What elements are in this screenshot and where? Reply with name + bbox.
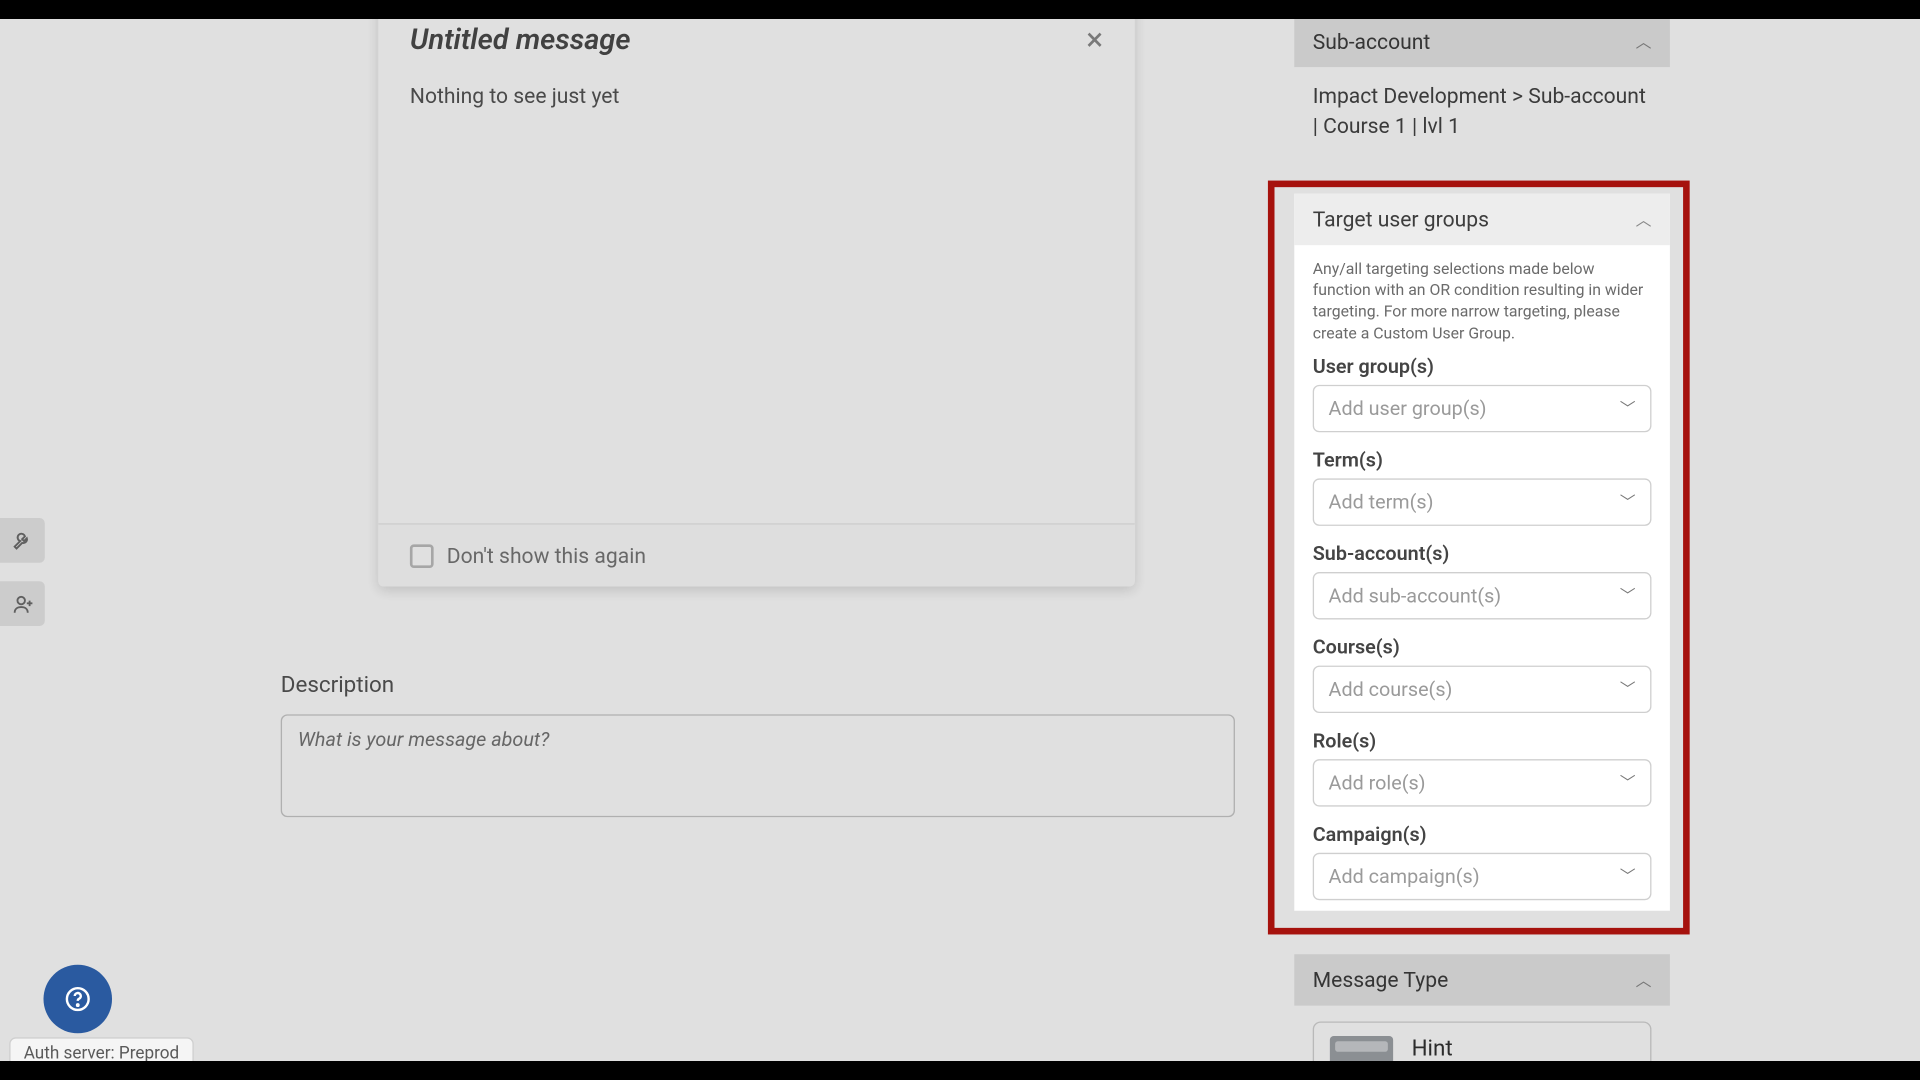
- chevron-up-icon: ︿: [1636, 30, 1652, 52]
- target-panel-header[interactable]: Target user groups ︿: [1294, 194, 1670, 245]
- dropdown-placeholder: Add user group(s): [1329, 396, 1487, 420]
- description-input[interactable]: [281, 714, 1235, 817]
- dropdown-placeholder: Add role(s): [1329, 771, 1426, 795]
- dont-show-label: Don't show this again: [447, 543, 646, 568]
- sub-accounts-label: Sub-account(s): [1313, 541, 1652, 565]
- roles-label: Role(s): [1313, 729, 1652, 753]
- courses-label: Course(s): [1313, 635, 1652, 659]
- preview-footer: Don't show this again: [378, 523, 1135, 586]
- user-groups-dropdown[interactable]: Add user group(s) ﹀: [1313, 385, 1652, 432]
- message-type-title: Message Type: [1313, 967, 1449, 992]
- user-plus-icon[interactable]: [0, 581, 45, 626]
- campaigns-dropdown[interactable]: Add campaign(s) ﹀: [1313, 852, 1652, 899]
- target-user-groups-panel: Target user groups ︿ Any/all targeting s…: [1294, 194, 1670, 911]
- hint-title: Hint: [1412, 1036, 1569, 1062]
- courses-dropdown[interactable]: Add course(s) ﹀: [1313, 665, 1652, 712]
- user-groups-label: User group(s): [1313, 354, 1652, 378]
- terms-label: Term(s): [1313, 448, 1652, 472]
- terms-dropdown[interactable]: Add term(s) ﹀: [1313, 478, 1652, 525]
- wrench-icon[interactable]: [0, 518, 45, 563]
- description-section: Description: [249, 672, 1263, 822]
- target-panel-note: Any/all targeting selections made below …: [1294, 245, 1670, 349]
- main-column: Untitled message × Nothing to see just y…: [249, 0, 1263, 822]
- dropdown-placeholder: Add term(s): [1329, 490, 1434, 514]
- chevron-down-icon: ﹀: [1620, 584, 1636, 606]
- preview-body: Nothing to see just yet: [378, 57, 1135, 524]
- roles-dropdown[interactable]: Add role(s) ﹀: [1313, 759, 1652, 806]
- chevron-up-icon: ︿: [1636, 208, 1652, 230]
- field-campaigns: Campaign(s) Add campaign(s) ﹀: [1294, 817, 1670, 911]
- chevron-down-icon: ﹀: [1620, 397, 1636, 419]
- chevron-down-icon: ﹀: [1620, 771, 1636, 793]
- dropdown-placeholder: Add course(s): [1329, 677, 1453, 701]
- field-user-groups: User group(s) Add user group(s) ﹀: [1294, 349, 1670, 443]
- letterbox-top: [0, 0, 1920, 19]
- letterbox-bottom: [0, 1061, 1920, 1080]
- chevron-up-icon: ︿: [1636, 969, 1652, 991]
- sub-account-breadcrumb: Impact Development > Sub-account | Cours…: [1313, 80, 1652, 141]
- sub-account-panel-body: Impact Development > Sub-account | Cours…: [1294, 67, 1670, 160]
- message-type-header[interactable]: Message Type ︿: [1294, 954, 1670, 1005]
- close-icon[interactable]: ×: [1086, 24, 1103, 56]
- field-courses: Course(s) Add course(s) ﹀: [1294, 630, 1670, 724]
- field-sub-accounts: Sub-account(s) Add sub-account(s) ﹀: [1294, 536, 1670, 630]
- sub-account-title: Sub-account: [1313, 29, 1431, 54]
- sub-account-panel-header[interactable]: Sub-account ︿: [1294, 16, 1670, 67]
- field-terms: Term(s) Add term(s) ﹀: [1294, 443, 1670, 537]
- target-panel-title: Target user groups: [1313, 207, 1489, 232]
- dont-show-checkbox[interactable]: [410, 544, 434, 568]
- help-button[interactable]: [43, 965, 112, 1034]
- sub-accounts-dropdown[interactable]: Add sub-account(s) ﹀: [1313, 572, 1652, 619]
- dropdown-placeholder: Add sub-account(s): [1329, 584, 1502, 608]
- settings-sidebar: the item is not published Sub-account ︿ …: [1294, 0, 1670, 160]
- message-preview-card: Untitled message × Nothing to see just y…: [378, 0, 1135, 587]
- left-tool-rail: [0, 518, 45, 626]
- chevron-down-icon: ﹀: [1620, 491, 1636, 513]
- campaigns-label: Campaign(s): [1313, 822, 1652, 846]
- field-roles: Role(s) Add role(s) ﹀: [1294, 723, 1670, 817]
- preview-title: Untitled message: [410, 24, 631, 57]
- dropdown-placeholder: Add campaign(s): [1329, 864, 1480, 888]
- description-label: Description: [281, 672, 1231, 698]
- message-type-section: Message Type ︿ Hint Linked to the elemen…: [1294, 944, 1670, 1080]
- chevron-down-icon: ﹀: [1620, 865, 1636, 887]
- chevron-down-icon: ﹀: [1620, 678, 1636, 700]
